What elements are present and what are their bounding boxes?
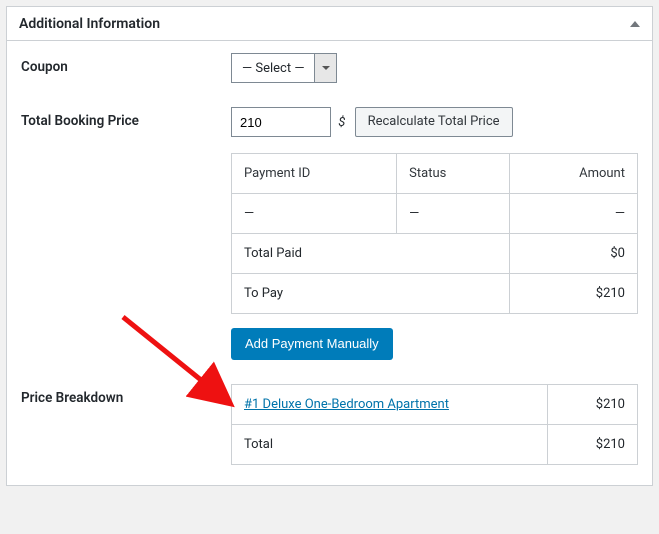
payment-status-cell: —	[397, 194, 510, 234]
payment-amount-cell: —	[509, 194, 637, 234]
total-paid-row: Total Paid $0	[232, 234, 638, 274]
breakdown-total-row: Total $210	[232, 425, 638, 465]
to-pay-label: To Pay	[232, 274, 510, 314]
col-status: Status	[397, 154, 510, 194]
total-price-input[interactable]	[231, 107, 331, 137]
breakdown-row: #1 Deluxe One-Bedroom Apartment $210	[232, 385, 638, 425]
total-paid-label: Total Paid	[232, 234, 510, 274]
currency-symbol: $	[338, 115, 345, 130]
total-paid-value: $0	[509, 234, 637, 274]
coupon-select-button[interactable]	[314, 54, 336, 82]
panel-header: Additional Information	[7, 7, 652, 41]
col-amount: Amount	[509, 154, 637, 194]
coupon-select[interactable]: — Select —	[231, 53, 337, 83]
coupon-label: Coupon	[21, 53, 231, 75]
breakdown-item-amount: $210	[548, 385, 638, 425]
payment-id-cell: —	[232, 194, 397, 234]
breakdown-label: Price Breakdown	[21, 384, 231, 406]
panel-title: Additional Information	[19, 16, 160, 32]
additional-info-panel: Additional Information Coupon — Select —…	[6, 6, 653, 486]
breakdown-total-value: $210	[548, 425, 638, 465]
recalculate-button[interactable]: Recalculate Total Price	[355, 107, 513, 137]
collapse-toggle-icon[interactable]	[630, 21, 640, 27]
payments-table: Payment ID Status Amount — — — Total Pai…	[231, 153, 638, 314]
payment-row: — — —	[232, 194, 638, 234]
chevron-down-icon	[322, 66, 330, 70]
breakdown-total-label: Total	[232, 425, 548, 465]
col-payment-id: Payment ID	[232, 154, 397, 194]
add-payment-manually-button[interactable]: Add Payment Manually	[231, 328, 393, 360]
breakdown-item-link[interactable]: #1 Deluxe One-Bedroom Apartment	[244, 397, 449, 412]
total-price-label: Total Booking Price	[21, 107, 231, 129]
breakdown-table: #1 Deluxe One-Bedroom Apartment $210 Tot…	[231, 384, 638, 465]
coupon-select-display: — Select —	[232, 61, 314, 76]
to-pay-row: To Pay $210	[232, 274, 638, 314]
to-pay-value: $210	[509, 274, 637, 314]
